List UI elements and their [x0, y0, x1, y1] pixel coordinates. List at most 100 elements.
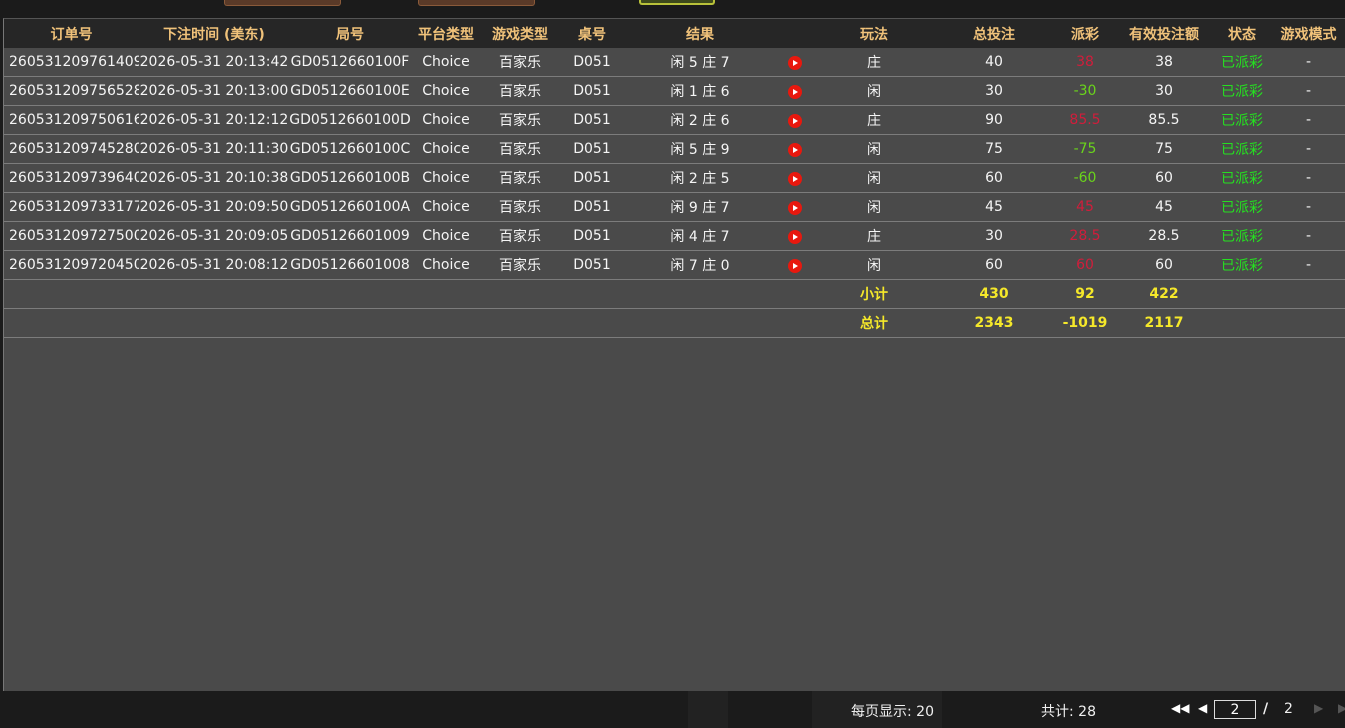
total-valid: 2117 [1115, 308, 1213, 338]
cell-game-mode: - [1271, 76, 1345, 106]
cell-status: 已派彩 [1213, 221, 1271, 251]
next-page-icon[interactable]: ▶ [1314, 701, 1323, 715]
col-header-payout: 派彩 [1055, 19, 1115, 48]
play-circle-icon[interactable] [788, 143, 802, 157]
cell-valid-bet: 30 [1115, 76, 1213, 106]
cell-payout: -60 [1055, 163, 1115, 193]
total-row: 总计 2343 -1019 2117 [4, 308, 1345, 338]
cell-order-id: 260531209720450 [4, 250, 139, 280]
subtotal-bet: 430 [933, 279, 1055, 309]
cell-bet-time: 2026-05-31 20:08:12 [139, 250, 289, 280]
col-header-order: 订单号 [4, 19, 139, 48]
play-circle-icon[interactable] [788, 56, 802, 70]
cell-game-type: 百家乐 [481, 48, 559, 77]
table-row: 260531209756528 2026-05-31 20:13:00 GD0512… [4, 76, 1345, 106]
subtotal-row: 小计 430 92 422 [4, 279, 1345, 309]
cell-status: 已派彩 [1213, 48, 1271, 77]
cell-replay[interactable] [775, 221, 815, 251]
play-circle-icon[interactable] [788, 114, 802, 128]
cell-table-id: D051 [559, 163, 625, 193]
play-circle-icon[interactable] [788, 201, 802, 215]
cell-payout: -75 [1055, 134, 1115, 164]
first-page-icon[interactable]: ◀◀ [1171, 701, 1189, 715]
cell-round-id: GD05126601008 [289, 250, 411, 280]
cell-bet-time: 2026-05-31 20:10:38 [139, 163, 289, 193]
cell-platform-type: Choice [411, 105, 481, 135]
per-page-label: 每页显示: 20 [851, 704, 934, 720]
cell-platform-type: Choice [411, 134, 481, 164]
col-header-bet: 总投注 [933, 19, 1055, 48]
cell-result: 闲 5 庄 9 [625, 134, 775, 164]
play-circle-icon[interactable] [788, 172, 802, 186]
cell-bet-time: 2026-05-31 20:09:50 [139, 192, 289, 222]
toolbar-button-3[interactable] [639, 0, 715, 5]
subtotal-label: 小计 [815, 279, 933, 309]
total-count-label: 共计: 28 [1041, 704, 1096, 720]
cell-order-id: 260531209761409 [4, 48, 139, 77]
cell-result: 闲 9 庄 7 [625, 192, 775, 222]
subtotal-spacer-end [1213, 279, 1345, 309]
cell-status: 已派彩 [1213, 192, 1271, 222]
cell-replay[interactable] [775, 192, 815, 222]
cell-replay[interactable] [775, 48, 815, 77]
subtotal-valid: 422 [1115, 279, 1213, 309]
cell-round-id: GD0512660100A [289, 192, 411, 222]
total-label: 总计 [815, 308, 933, 338]
cell-bet-time: 2026-05-31 20:13:42 [139, 48, 289, 77]
bet-records-table: 订单号 下注时间 (美东) 局号 平台类型 游戏类型 桌号 结果 玩法 总投注 … [4, 19, 1345, 338]
cell-valid-bet: 60 [1115, 250, 1213, 280]
cell-payout: 28.5 [1055, 221, 1115, 251]
table-row: 260531209745280 2026-05-31 20:11:30 GD0512… [4, 134, 1345, 164]
cell-status: 已派彩 [1213, 105, 1271, 135]
cell-result: 闲 4 庄 7 [625, 221, 775, 251]
cell-replay[interactable] [775, 250, 815, 280]
table-row: 260531209733177 2026-05-31 20:09:50 GD0512… [4, 192, 1345, 222]
cell-table-id: D051 [559, 76, 625, 106]
cell-play-type: 闲 [815, 134, 933, 164]
last-page-icon[interactable]: ▶ [1338, 701, 1345, 715]
toolbar-button-1[interactable] [224, 0, 341, 6]
play-circle-icon[interactable] [788, 259, 802, 273]
cell-replay[interactable] [775, 163, 815, 193]
cell-order-id: 260531209756528 [4, 76, 139, 106]
cell-platform-type: Choice [411, 163, 481, 193]
cell-order-id: 260531209739640 [4, 163, 139, 193]
play-circle-icon[interactable] [788, 85, 802, 99]
cell-replay[interactable] [775, 134, 815, 164]
total-payout: -1019 [1055, 308, 1115, 338]
col-header-time: 下注时间 (美东) [139, 19, 289, 48]
cell-valid-bet: 75 [1115, 134, 1213, 164]
total-bet: 2343 [933, 308, 1055, 338]
page-separator: / [1263, 701, 1269, 717]
play-circle-icon[interactable] [788, 230, 802, 244]
table-header-row: 订单号 下注时间 (美东) 局号 平台类型 游戏类型 桌号 结果 玩法 总投注 … [4, 19, 1345, 48]
cell-round-id: GD0512660100E [289, 76, 411, 106]
cell-replay[interactable] [775, 105, 815, 135]
cell-table-id: D051 [559, 221, 625, 251]
cell-play-type: 闲 [815, 163, 933, 193]
total-pages: 2 [1284, 701, 1293, 717]
cell-result: 闲 2 庄 5 [625, 163, 775, 193]
cell-round-id: GD0512660100F [289, 48, 411, 77]
table-row: 260531209761409 2026-05-31 20:13:42 GD0512… [4, 48, 1345, 77]
col-header-play: 玩法 [815, 19, 933, 48]
col-header-result: 结果 [625, 19, 775, 48]
toolbar-button-2[interactable] [418, 0, 535, 6]
total-spacer-end [1213, 308, 1345, 338]
col-header-status: 状态 [1213, 19, 1271, 48]
prev-page-icon[interactable]: ◀ [1198, 701, 1207, 715]
cell-replay[interactable] [775, 76, 815, 106]
cell-status: 已派彩 [1213, 134, 1271, 164]
cell-play-type: 闲 [815, 250, 933, 280]
cell-platform-type: Choice [411, 76, 481, 106]
page-number-input[interactable]: 2 [1214, 700, 1256, 719]
cell-valid-bet: 45 [1115, 192, 1213, 222]
cell-game-mode: - [1271, 192, 1345, 222]
cell-bet-time: 2026-05-31 20:12:12 [139, 105, 289, 135]
cell-platform-type: Choice [411, 192, 481, 222]
col-header-table: 桌号 [559, 19, 625, 48]
cell-status: 已派彩 [1213, 76, 1271, 106]
cell-total-bet: 30 [933, 76, 1055, 106]
cell-result: 闲 7 庄 0 [625, 250, 775, 280]
cell-order-id: 260531209750616 [4, 105, 139, 135]
